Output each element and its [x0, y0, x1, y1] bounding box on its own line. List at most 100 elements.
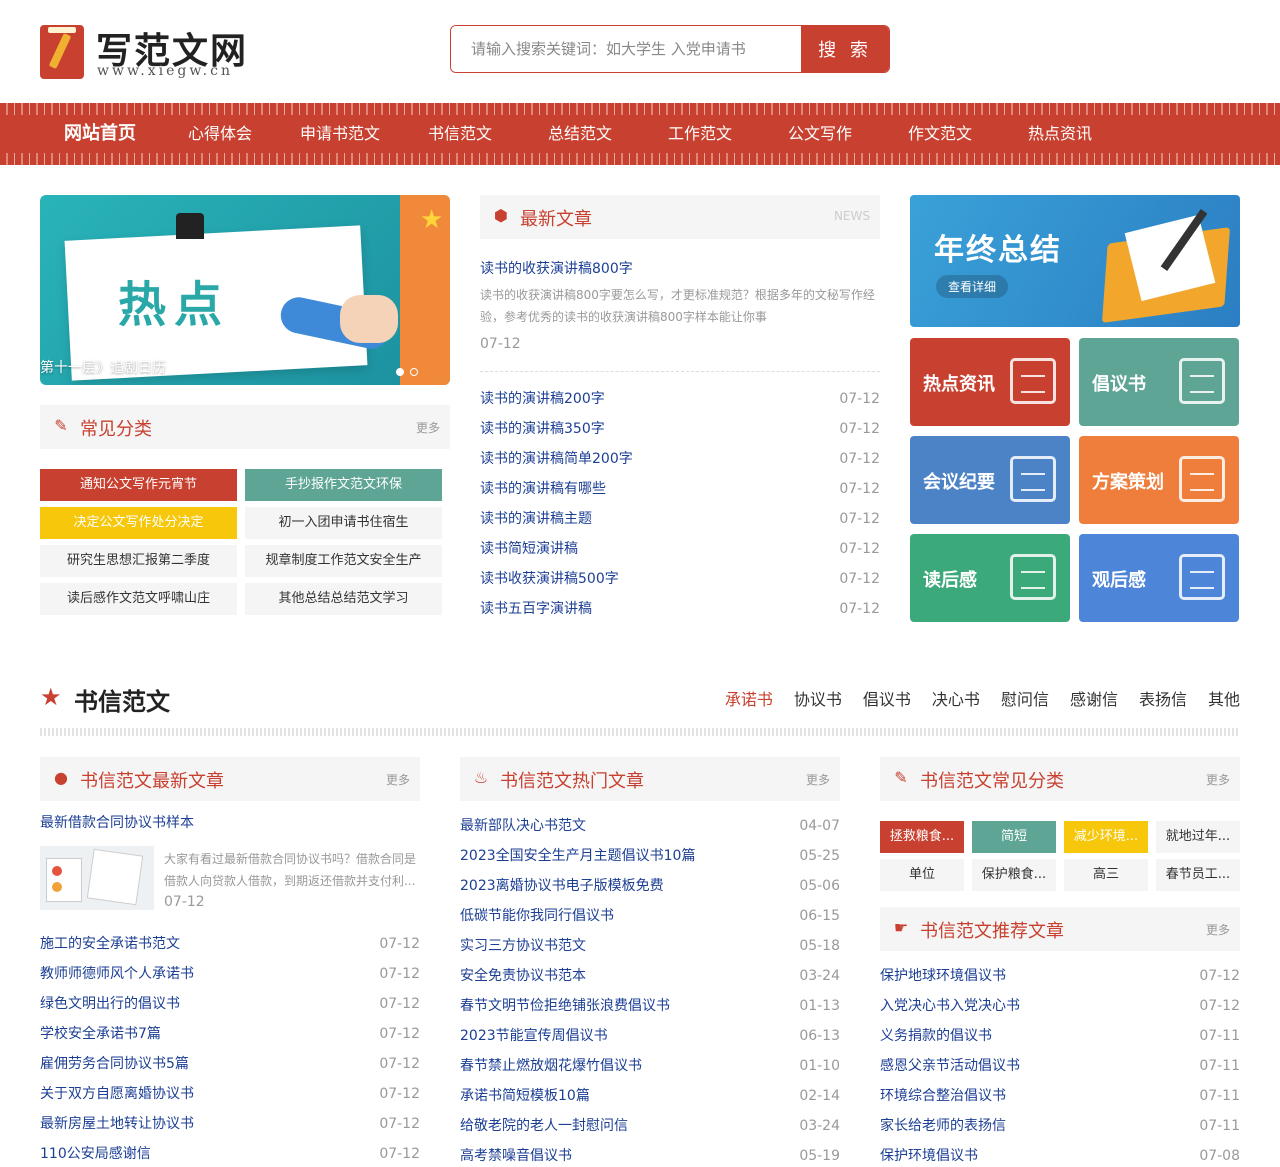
list-item[interactable]: 施工的安全承诺书范文 07-12: [40, 929, 420, 959]
list-item[interactable]: 实习三方协议书范文 05-18: [460, 931, 840, 961]
list-item[interactable]: 最新部队决心书范文 04-07: [460, 811, 840, 841]
col1-featured-title[interactable]: 最新借款合同协议书样本: [40, 812, 420, 832]
logo-icon[interactable]: [40, 25, 84, 79]
list-item[interactable]: 读书的演讲稿350字 07-12: [480, 414, 880, 444]
tab-condolence[interactable]: 慰问信: [1001, 686, 1049, 710]
list-item[interactable]: 保护地球环境倡议书 07-12: [880, 961, 1240, 991]
category-tag[interactable]: 其他总结总结范文学习: [245, 583, 442, 615]
tile-label: 读后感: [923, 570, 977, 591]
nav-item-official[interactable]: 公文写作: [760, 115, 880, 153]
tile-hot-news[interactable]: 热点资讯: [910, 338, 1070, 426]
tab-proposal[interactable]: 倡议书: [863, 686, 911, 710]
tile-proposal[interactable]: 倡议书: [1079, 338, 1239, 426]
category-tag[interactable]: 就地过年...: [1156, 821, 1240, 853]
slider-dot-active[interactable]: [396, 368, 404, 376]
category-tag[interactable]: 简短: [972, 821, 1056, 853]
list-item[interactable]: 春节禁止燃放烟花爆竹倡议书 01-10: [460, 1051, 840, 1081]
tab-praise[interactable]: 表扬信: [1139, 686, 1187, 710]
list-item[interactable]: 最新房屋土地转让协议书 07-12: [40, 1109, 420, 1139]
list-item[interactable]: 关于双方自愿离婚协议书 07-12: [40, 1079, 420, 1109]
tile-minutes[interactable]: 会议纪要: [910, 436, 1070, 524]
tab-other[interactable]: 其他: [1208, 686, 1240, 710]
slide-caption[interactable]: 第十一层》追剧日历: [40, 357, 166, 377]
list-item[interactable]: 2023离婚协议书电子版模板免费 05-06: [460, 871, 840, 901]
category-tag[interactable]: 通知公文写作元宵节: [40, 469, 237, 501]
divider: [480, 371, 880, 372]
featured-thumbnail[interactable]: [40, 846, 154, 910]
list-item[interactable]: 读书的演讲稿有哪些 07-12: [480, 474, 880, 504]
category-tag[interactable]: 规章制度工作范文安全生产: [245, 545, 442, 577]
category-tag[interactable]: 研究生思想汇报第二季度: [40, 545, 237, 577]
list-item[interactable]: 读书五百字演讲稿 07-12: [480, 594, 880, 624]
list-item[interactable]: 保护环境倡议书 07-08: [880, 1141, 1240, 1167]
category-tag[interactable]: 拯救粮食...: [880, 821, 964, 853]
banner-title: 年终总结: [934, 233, 1062, 268]
list-item[interactable]: 读书简短演讲稿 07-12: [480, 534, 880, 564]
list-item[interactable]: 绿色文明出行的倡议书 07-12: [40, 989, 420, 1019]
category-tag[interactable]: 决定公文写作处分决定: [40, 507, 237, 539]
list-item[interactable]: 家长给老师的表扬信 07-11: [880, 1111, 1240, 1141]
list-item[interactable]: 低碳节能你我同行倡议书 06-15: [460, 901, 840, 931]
featured-title[interactable]: 读书的收获演讲稿800字: [480, 258, 880, 280]
list-item[interactable]: 高考禁噪音倡议书 05-19: [460, 1141, 840, 1167]
list-item[interactable]: 入党决心书入党决心书 07-12: [880, 991, 1240, 1021]
hero-slider[interactable]: 热点 ★ 第十一层》追剧日历: [40, 195, 450, 385]
nav-item-experience[interactable]: 心得体会: [160, 115, 280, 153]
badge-icon: ⬢: [494, 206, 508, 225]
slide-image-text: 热点: [118, 277, 231, 333]
list-item[interactable]: 承诺书简短模板10篇 02-14: [460, 1081, 840, 1111]
nav-item-composition[interactable]: 作文范文: [880, 115, 1000, 153]
list-item[interactable]: 感恩父亲节活动倡议书 07-11: [880, 1051, 1240, 1081]
category-tag[interactable]: 单位: [880, 859, 964, 891]
list-item[interactable]: 110公安局感谢信 07-12: [40, 1139, 420, 1167]
category-tag[interactable]: 初一入团申请书住宿生: [245, 507, 442, 539]
list-item[interactable]: 读书的演讲稿简单200字 07-12: [480, 444, 880, 474]
col1-featured-date: 07-12: [164, 894, 205, 910]
tile-reading-notes[interactable]: 读后感: [910, 534, 1070, 622]
tab-pledge[interactable]: 决心书: [932, 686, 980, 710]
list-item[interactable]: 读书的演讲稿主题 07-12: [480, 504, 880, 534]
category-tag[interactable]: 读后感作文范文呼啸山庄: [40, 583, 237, 615]
nav-item-letters[interactable]: 书信范文: [400, 115, 520, 153]
category-tag[interactable]: 手抄报作文范文环保: [245, 469, 442, 501]
category-tag[interactable]: 保护粮食...: [972, 859, 1056, 891]
nav-item-home[interactable]: 网站首页: [40, 115, 160, 153]
list-item[interactable]: 读书收获演讲稿500字 07-12: [480, 564, 880, 594]
list-item[interactable]: 2023节能宣传周倡议书 06-13: [460, 1021, 840, 1051]
list-item[interactable]: 安全免责协议书范本 03-24: [460, 961, 840, 991]
list-item[interactable]: 读书的演讲稿200字 07-12: [480, 384, 880, 414]
common-categories-more[interactable]: 更多: [416, 419, 440, 436]
col1-header: ● 书信范文最新文章 更多: [40, 757, 420, 801]
tab-commitment[interactable]: 承诺书: [725, 686, 773, 710]
tile-planning[interactable]: 方案策划: [1079, 436, 1239, 524]
list-item[interactable]: 教师师德师风个人承诺书 07-12: [40, 959, 420, 989]
list-item[interactable]: 2023全国安全生产月主题倡议书10篇 05-25: [460, 841, 840, 871]
year-end-summary-banner[interactable]: 年终总结 查看详细: [910, 195, 1240, 327]
nav-item-application[interactable]: 申请书范文: [280, 115, 400, 153]
nav-item-work[interactable]: 工作范文: [640, 115, 760, 153]
col2-title: 书信范文热门文章: [500, 771, 644, 792]
list-item[interactable]: 给敬老院的老人一封慰问信 03-24: [460, 1111, 840, 1141]
list-item[interactable]: 学校安全承诺书7篇 07-12: [40, 1019, 420, 1049]
col1-more[interactable]: 更多: [386, 771, 410, 788]
col3-more[interactable]: 更多: [1206, 771, 1230, 788]
tab-thanks[interactable]: 感谢信: [1070, 686, 1118, 710]
category-tag[interactable]: 减少环境...: [1064, 821, 1148, 853]
col3-rec-more[interactable]: 更多: [1206, 921, 1230, 938]
tile-label: 倡议书: [1092, 374, 1146, 395]
category-tag[interactable]: 高三: [1064, 859, 1148, 891]
banner-button[interactable]: 查看详细: [936, 275, 1009, 298]
tile-viewing-notes[interactable]: 观后感: [1079, 534, 1239, 622]
list-item[interactable]: 义务捐款的倡议书 07-11: [880, 1021, 1240, 1051]
nav-item-summary[interactable]: 总结范文: [520, 115, 640, 153]
list-item[interactable]: 环境综合整治倡议书 07-11: [880, 1081, 1240, 1111]
search-input[interactable]: [451, 26, 801, 72]
list-item[interactable]: 春节文明节俭拒绝铺张浪费倡议书 01-13: [460, 991, 840, 1021]
search-button[interactable]: 搜 索: [801, 26, 889, 72]
list-item[interactable]: 雇佣劳务合同协议书5篇 07-12: [40, 1049, 420, 1079]
category-tag[interactable]: 春节员工...: [1156, 859, 1240, 891]
nav-item-news[interactable]: 热点资讯: [1000, 115, 1120, 153]
tab-agreement[interactable]: 协议书: [794, 686, 842, 710]
slider-dot[interactable]: [410, 368, 418, 376]
col2-more[interactable]: 更多: [806, 771, 830, 788]
